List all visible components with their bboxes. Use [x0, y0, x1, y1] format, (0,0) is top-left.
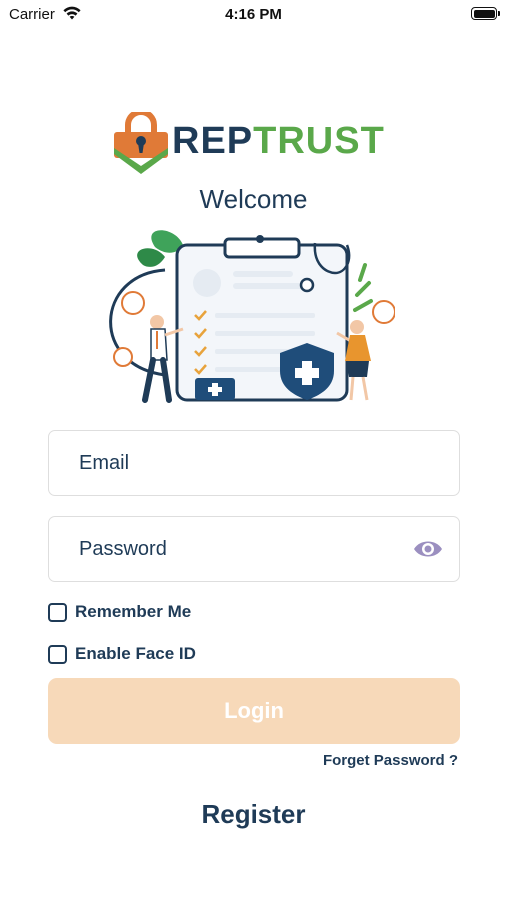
remember-me-checkbox[interactable]	[48, 602, 67, 622]
status-bar: Carrier 4:16 PM	[0, 0, 507, 30]
password-input[interactable]	[49, 517, 459, 581]
reptrust-logo: REPTRUST	[112, 112, 412, 176]
status-time: 4:16 PM	[225, 6, 282, 23]
brand-name: REPTRUST	[172, 120, 385, 163]
email-input[interactable]	[49, 431, 459, 495]
enable-face-id-label: Enable Face ID	[75, 644, 196, 663]
enable-face-id-option[interactable]: Enable Face ID	[48, 644, 196, 664]
eye-icon[interactable]	[413, 539, 443, 559]
lock-shield-icon	[114, 112, 168, 174]
remember-me-option[interactable]: Remember Me	[48, 602, 191, 622]
medical-clipboard-illustration	[109, 230, 395, 403]
battery-icon	[471, 7, 500, 20]
register-link[interactable]: Register	[0, 799, 507, 830]
remember-me-label: Remember Me	[75, 602, 192, 621]
enable-face-id-checkbox[interactable]	[48, 644, 67, 664]
welcome-heading: Welcome	[199, 184, 308, 214]
forgot-password-link[interactable]: Forget Password ?	[323, 752, 458, 769]
brand-name-part2: TRUST	[253, 120, 385, 162]
brand-name-part1: REP	[172, 120, 254, 162]
email-field[interactable]	[48, 430, 460, 496]
password-field[interactable]	[48, 516, 460, 582]
login-button[interactable]: Login	[48, 678, 460, 744]
